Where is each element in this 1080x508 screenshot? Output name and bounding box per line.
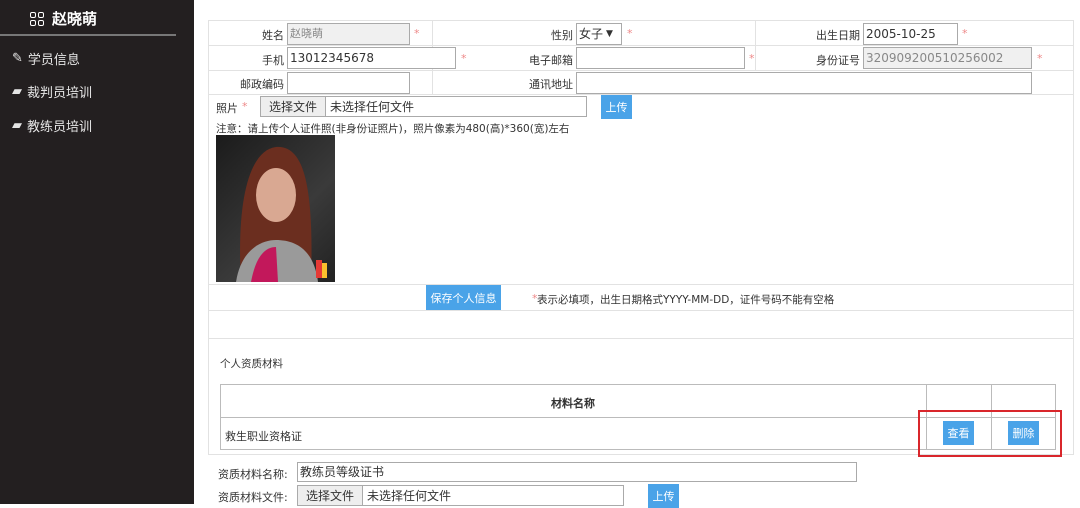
- divider: [0, 34, 176, 36]
- required-mark: *: [749, 52, 755, 65]
- id-number-input[interactable]: 320909200510256002: [863, 47, 1032, 69]
- choose-file-button[interactable]: 选择文件: [298, 486, 364, 505]
- profile-photo: [216, 135, 335, 282]
- birth-date-input[interactable]: 2005-10-25: [863, 23, 958, 45]
- material-upload-button[interactable]: 上传: [648, 484, 679, 508]
- birth-label: 出生日期: [816, 29, 860, 42]
- email-input[interactable]: [576, 47, 745, 69]
- postal-label: 邮政编码: [240, 78, 284, 91]
- postal-input[interactable]: [287, 72, 410, 94]
- email-label: 电子邮箱: [529, 54, 573, 67]
- sidebar-item-coach-training[interactable]: ▰ 教练员培训: [12, 116, 92, 135]
- book-icon: ▰: [12, 84, 22, 99]
- sidebar-header: 赵晓萌: [30, 8, 97, 29]
- sidebar-item-label: 学员信息: [27, 53, 80, 68]
- chevron-down-icon: ▼: [606, 29, 613, 39]
- column-header-material-name: 材料名称: [551, 397, 595, 410]
- name-label: 姓名: [262, 29, 284, 42]
- phone-input[interactable]: 13012345678: [287, 47, 456, 69]
- photo-upload-button[interactable]: 上传: [601, 95, 632, 119]
- required-mark: *: [627, 27, 633, 40]
- required-mark: *: [242, 100, 248, 113]
- address-label: 通讯地址: [529, 78, 573, 91]
- id-number-label: 身份证号: [816, 54, 860, 67]
- material-name: 救生职业资格证: [225, 430, 302, 443]
- sidebar: 赵晓萌 ✎ 学员信息 ▰ 裁判员培训 ▰ 教练员培训: [0, 0, 194, 504]
- grid-icon: [30, 11, 44, 26]
- sidebar-item-label: 裁判员培训: [27, 86, 93, 101]
- sidebar-item-student-info[interactable]: ✎ 学员信息: [12, 49, 80, 68]
- choose-file-button[interactable]: 选择文件: [261, 97, 327, 116]
- name-input[interactable]: 赵晓萌: [287, 23, 410, 45]
- photo-note: 注意：请上传个人证件照(非身份证照片)，照片像素为480(高)*360(宽)左右: [216, 123, 570, 135]
- photo-file-input[interactable]: 选择文件 未选择任何文件: [260, 96, 587, 117]
- user-name: 赵晓萌: [52, 10, 98, 28]
- file-name: 未选择任何文件: [367, 489, 452, 503]
- materials-section-title: 个人资质材料: [220, 358, 283, 370]
- material-name-label: 资质材料名称:: [218, 468, 288, 481]
- sidebar-item-referee-training[interactable]: ▰ 裁判员培训: [12, 82, 92, 101]
- edit-icon: ✎: [12, 51, 23, 66]
- sidebar-item-label: 教练员培训: [27, 120, 93, 135]
- material-file-input[interactable]: 选择文件 未选择任何文件: [297, 485, 624, 506]
- required-mark: *: [962, 27, 968, 40]
- save-note: 表示必填项，出生日期格式YYYY-MM-DD，证件号码不能有空格: [537, 294, 835, 306]
- book-icon: ▰: [12, 118, 22, 133]
- highlight-box: [918, 410, 1062, 457]
- gender-select[interactable]: 女子 ▼: [576, 23, 622, 45]
- phone-label: 手机: [262, 54, 284, 67]
- file-name: 未选择任何文件: [330, 100, 415, 114]
- address-input[interactable]: [576, 72, 1032, 94]
- material-file-label: 资质材料文件:: [218, 491, 288, 504]
- photo-label: 照片: [216, 102, 238, 115]
- gender-value: 女子: [579, 27, 604, 41]
- required-mark: *: [414, 27, 420, 40]
- required-mark: *: [1037, 52, 1043, 65]
- save-personal-info-button[interactable]: 保存个人信息: [426, 285, 501, 310]
- gender-label: 性别: [551, 29, 573, 42]
- material-name-input[interactable]: 教练员等级证书: [297, 462, 857, 482]
